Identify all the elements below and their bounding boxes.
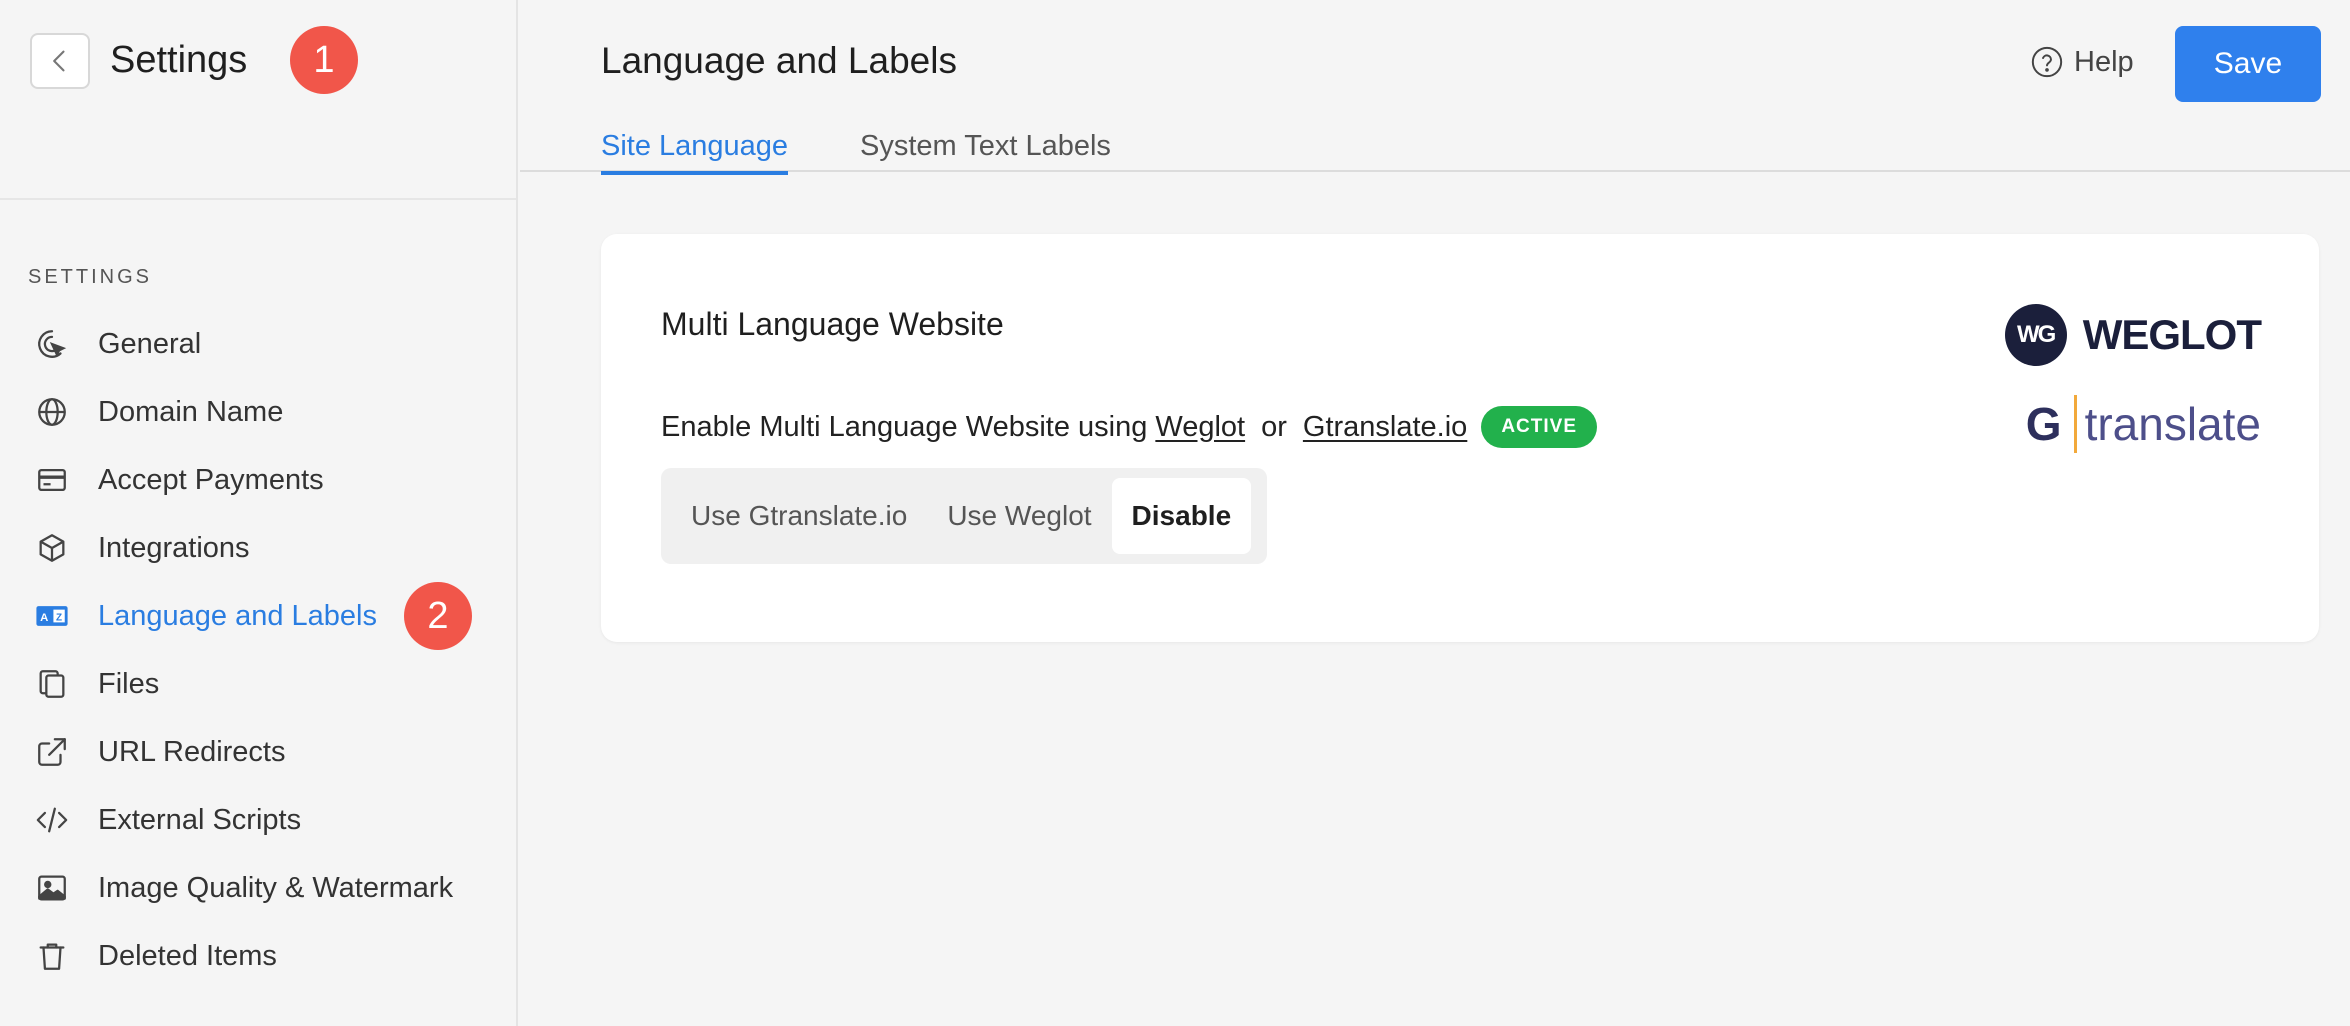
weglot-link[interactable]: Weglot (1155, 411, 1245, 444)
or-text: or (1261, 410, 1287, 443)
sidebar-item-label: Deleted Items (98, 939, 277, 972)
svg-text:A: A (40, 612, 48, 624)
target-cursor-icon (34, 326, 70, 362)
tab-site-language[interactable]: Site Language (601, 130, 789, 175)
back-button[interactable] (30, 33, 90, 89)
translate-icon: AZ (34, 598, 70, 634)
main-content: Language and Labels Help Save Site Langu… (520, 0, 2350, 1026)
page-title: Language and Labels (601, 40, 957, 81)
sidebar-title: Settings (110, 39, 248, 81)
option-use-gtranslate[interactable]: Use Gtranslate.io (671, 478, 927, 554)
sidebar-item-label: External Scripts (98, 803, 302, 836)
sidebar-header: Settings 1 (0, 0, 516, 200)
step-badge-2: 2 (404, 582, 472, 650)
code-icon (34, 802, 70, 838)
cube-icon (34, 530, 70, 566)
multi-language-card: Multi Language Website Enable Multi Lang… (601, 234, 2319, 642)
external-link-icon (34, 734, 70, 770)
sidebar-item-deleted-items[interactable]: Deleted Items (0, 922, 516, 990)
question-circle-icon (2031, 46, 2063, 78)
sidebar-item-label: Language and Labels (98, 599, 377, 632)
option-disable[interactable]: Disable (1111, 478, 1252, 554)
status-badge: ACTIVE (1481, 406, 1597, 448)
gtranslate-logo-text: translate (2084, 398, 2261, 450)
save-button[interactable]: Save (2175, 26, 2321, 102)
chevron-left-icon (53, 50, 65, 72)
sidebar-item-external-scripts[interactable]: External Scripts (0, 786, 516, 854)
language-provider-selector: Use Gtranslate.io Use Weglot Disable (661, 468, 1267, 564)
help-link[interactable]: Help (2030, 45, 2134, 79)
card-title: Multi Language Website (661, 306, 1004, 342)
trash-icon (34, 938, 70, 974)
sidebar: Settings 1 SETTINGS General Domain Name … (0, 0, 518, 1026)
gtranslate-logo-divider (2073, 395, 2077, 453)
weglot-logo: WG WEGLOT (2004, 304, 2262, 366)
sidebar-item-label: Image Quality & Watermark (98, 871, 454, 904)
sidebar-item-label: Accept Payments (98, 463, 324, 496)
globe-icon (34, 394, 70, 430)
gtranslate-link[interactable]: Gtranslate.io (1303, 411, 1467, 444)
gtranslate-logo-mark: G (2025, 398, 2062, 450)
step-badge-1: 1 (290, 26, 358, 94)
sidebar-item-general[interactable]: General (0, 310, 516, 378)
tab-bar: Site Language System Text Labels (520, 120, 2350, 175)
option-use-weglot[interactable]: Use Weglot (927, 478, 1111, 554)
sidebar-item-domain-name[interactable]: Domain Name (0, 378, 516, 446)
enable-description: Enable Multi Language Website using Wegl… (661, 406, 1597, 448)
sidebar-section-label: SETTINGS (28, 266, 153, 288)
sidebar-item-label: URL Redirects (98, 735, 286, 768)
sidebar-item-label: General (98, 327, 202, 360)
weglot-logo-mark: WG (2004, 304, 2067, 366)
image-icon (34, 870, 70, 906)
sidebar-item-image-quality-watermark[interactable]: Image Quality & Watermark (0, 854, 516, 922)
sidebar-nav: General Domain Name Accept Payments Inte… (0, 310, 516, 990)
files-icon (34, 666, 70, 702)
weglot-logo-text: WEGLOT (2082, 311, 2262, 358)
sidebar-item-label: Files (98, 667, 160, 700)
sidebar-item-integrations[interactable]: Integrations (0, 514, 516, 582)
tab-system-text-labels[interactable]: System Text Labels (860, 130, 1111, 171)
sidebar-item-files[interactable]: Files (0, 650, 516, 718)
help-label: Help (2074, 45, 2134, 78)
svg-text:Z: Z (56, 612, 62, 623)
enable-text: Enable Multi Language Website using (661, 410, 1148, 443)
sidebar-item-label: Integrations (98, 531, 250, 564)
sidebar-item-label: Domain Name (98, 395, 284, 428)
credit-card-icon (34, 462, 70, 498)
sidebar-item-url-redirects[interactable]: URL Redirects (0, 718, 516, 786)
gtranslate-logo: G translate (2026, 394, 2261, 454)
sidebar-item-accept-payments[interactable]: Accept Payments (0, 446, 516, 514)
